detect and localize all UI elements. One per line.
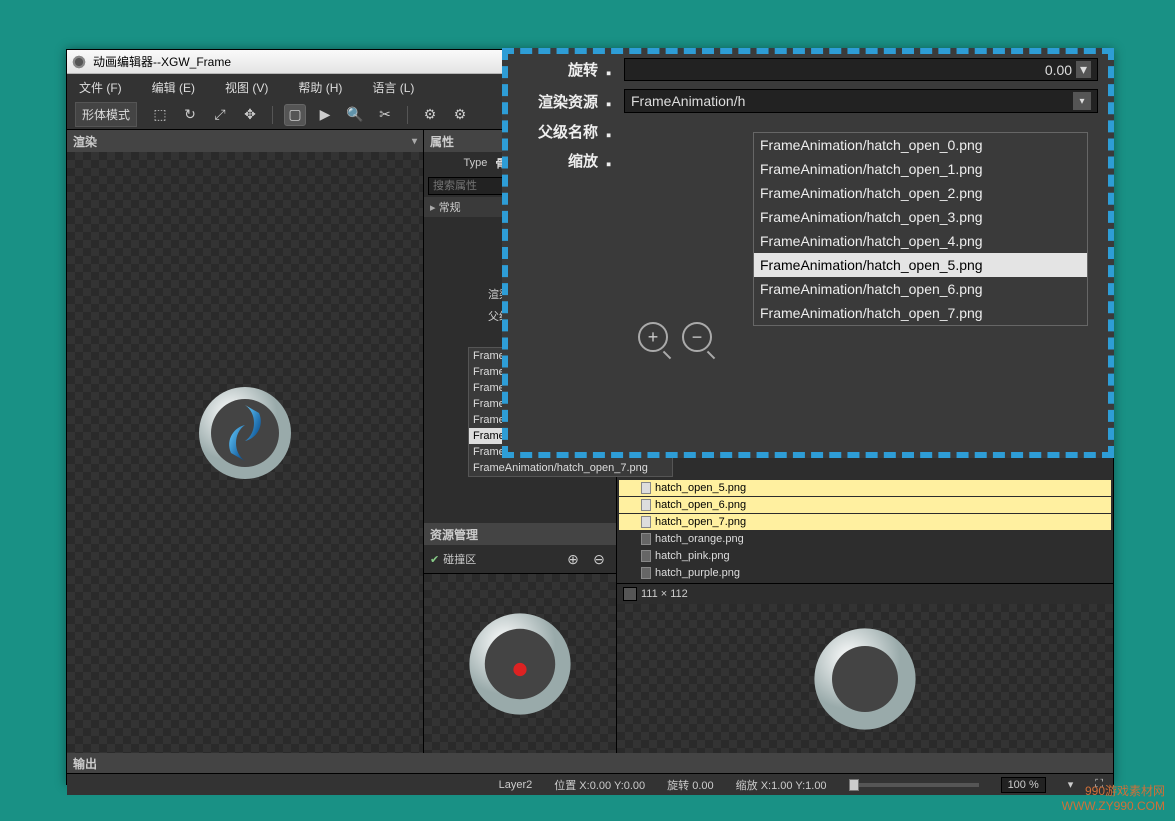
zoom-slider[interactable] [849,783,979,787]
output-panel-header[interactable]: 输出 [67,753,1113,773]
dropdown-item[interactable]: FrameAnimation/hatch_open_1.png [754,157,1087,181]
resource-sprite[interactable] [465,609,575,719]
dropdown-item[interactable]: FrameAnimation/hatch_open_7.png [754,301,1087,325]
tool-rotate-icon[interactable]: ↻ [179,104,201,126]
statusbar: Layer2 位置 X:0.00 Y:0.00 旋转 0.00 缩放 X:1.0… [67,773,1113,795]
file-icon [641,567,651,579]
tool-bone2-icon[interactable]: ⚙ [449,104,471,126]
file-icon [641,499,651,511]
tree-item[interactable]: hatch_open_7.png [619,514,1111,530]
tree-item[interactable]: hatch_orange.png [619,531,1111,547]
tree-item[interactable]: hatch_open_6.png [619,497,1111,513]
menu-file[interactable]: 文件 (F) [73,77,128,98]
tool-cut-icon[interactable]: ✂ [374,104,396,126]
mag-res-field[interactable]: FrameAnimation/h▾ [624,89,1098,113]
dropdown-item[interactable]: FrameAnimation/hatch_open_7.png [469,460,672,476]
sprite-preview[interactable] [195,383,295,483]
menu-help[interactable]: 帮助 (H) [292,77,348,98]
render-panel-header[interactable]: 渲染 ▾ [67,130,423,152]
mag-dropdown-list: FrameAnimation/hatch_open_0.pngFrameAnim… [753,132,1088,326]
dropdown-icon[interactable]: ▾ [1073,92,1091,110]
preview-panel: 111 × 112 [617,583,1113,753]
separator [272,106,273,124]
file-icon [641,533,651,545]
zoom-in-icon[interactable]: + [638,322,668,352]
menu-view[interactable]: 视图 (V) [219,77,274,98]
tool-pointer-icon[interactable]: ⬚ [149,104,171,126]
tool-move-icon[interactable]: ✥ [239,104,261,126]
file-icon [641,482,651,494]
dropdown-item[interactable]: FrameAnimation/hatch_open_4.png [754,229,1087,253]
tree-item[interactable]: hatch_purple.png [619,565,1111,581]
zoom-in-icon[interactable]: ⊕ [562,548,584,570]
render-canvas[interactable] [67,152,423,753]
resmgr-canvas[interactable] [424,573,616,753]
file-icon [641,550,651,562]
window-title: 动画编辑器--XGW_Frame [93,53,231,70]
status-layer: Layer2 [499,779,533,791]
status-rot: 旋转 0.00 [667,777,713,793]
app-icon [71,54,87,70]
status-scale: 缩放 X:1.00 Y:1.00 [736,777,827,793]
tree-item[interactable]: hatch_open_5.png [619,480,1111,496]
resmgr-panel-header[interactable]: 资源管理 [424,523,616,545]
zoom-out-icon[interactable]: ⊖ [588,548,610,570]
status-pos: 位置 X:0.00 Y:0.00 [554,777,645,793]
tool-zoom-icon[interactable]: 🔍 [344,104,366,126]
chevron-down-icon: ▾ [1076,61,1091,78]
tool-rect-icon[interactable]: ▢ [284,104,306,126]
zoom-percent[interactable]: 100 % [1001,777,1046,793]
mode-label[interactable]: 形体模式 [75,102,137,127]
zoom-out-icon[interactable]: − [682,322,712,352]
dropdown-item[interactable]: FrameAnimation/hatch_open_0.png [754,133,1087,157]
tool-bone1-icon[interactable]: ⚙ [419,104,441,126]
tree-item[interactable]: hatch_pink.png [619,548,1111,564]
dropdown-item[interactable]: FrameAnimation/hatch_open_2.png [754,181,1087,205]
separator [407,106,408,124]
magnifier-overlay: 旋转▪0.00 ▾ 渲染资源▪FrameAnimation/h▾ 父级名称▪ 缩… [502,48,1114,458]
chevron-down-icon[interactable]: ▾ [412,136,417,147]
tool-scale-icon[interactable]: ⤢ [209,104,231,126]
menu-lang[interactable]: 语言 (L) [366,77,420,98]
file-icon [641,516,651,528]
tool-arrow-icon[interactable]: ▶ [314,104,336,126]
watermark: 990游戏素材网WWW.ZY990.COM [1062,784,1165,815]
mag-rot-field[interactable]: 0.00 ▾ [624,58,1098,81]
menu-edit[interactable]: 编辑 (E) [146,77,201,98]
dropdown-item[interactable]: FrameAnimation/hatch_open_6.png [754,277,1087,301]
dropdown-item[interactable]: FrameAnimation/hatch_open_3.png [754,205,1087,229]
preview-sprite [810,624,920,734]
expand-icon[interactable] [623,587,637,601]
dropdown-item[interactable]: FrameAnimation/hatch_open_5.png [754,253,1087,277]
